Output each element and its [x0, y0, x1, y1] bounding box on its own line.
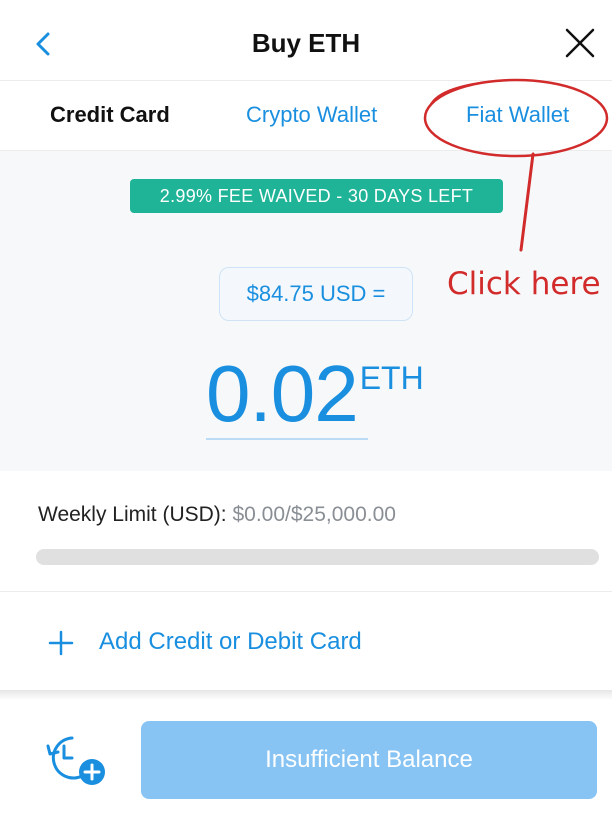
crypto-amount-unit: ETH [359, 360, 424, 396]
buy-eth-screen: Buy ETH Credit Card Crypto Wallet Fiat W… [0, 0, 612, 813]
insufficient-balance-button[interactable]: Insufficient Balance [141, 721, 597, 799]
limit-section [0, 471, 612, 591]
clock-add-icon[interactable] [42, 732, 112, 788]
header: Buy ETH [0, 0, 612, 82]
bottom-bar-shadow [0, 690, 612, 700]
annotation-pointer-line [519, 152, 535, 252]
page-title: Buy ETH [251, 28, 361, 58]
tab-crypto-wallet[interactable]: Crypto Wallet [246, 102, 377, 128]
crypto-amount-value: 0.02 [206, 349, 359, 438]
weekly-limit: Weekly Limit (USD): $0.00/$25,000.00 [38, 503, 396, 527]
amount-underline [206, 438, 368, 440]
crypto-amount-input[interactable]: 0.02ETH [206, 348, 424, 438]
fiat-amount-toggle[interactable]: $84.75 USD = [219, 267, 413, 321]
fee-waived-badge: 2.99% FEE WAIVED - 30 DAYS LEFT [130, 179, 503, 213]
tab-credit-card[interactable]: Credit Card [50, 102, 170, 128]
weekly-limit-label: Weekly Limit (USD): [38, 503, 227, 526]
weekly-limit-value: $0.00/$25,000.00 [232, 503, 396, 526]
add-card-label[interactable]: Add Credit or Debit Card [99, 628, 362, 656]
plus-icon [48, 630, 74, 656]
weekly-limit-progress [36, 549, 599, 565]
annotation-label: Click here [447, 266, 601, 302]
close-icon[interactable] [563, 26, 597, 60]
